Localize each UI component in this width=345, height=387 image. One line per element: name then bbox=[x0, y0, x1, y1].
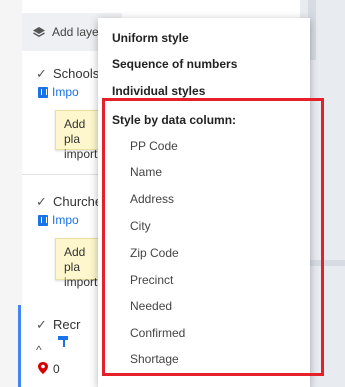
layer-schools[interactable]: ✓ Schools bbox=[36, 66, 99, 81]
layer-name: Churche bbox=[53, 194, 103, 209]
layer-churches[interactable]: ✓ Churche bbox=[36, 194, 102, 209]
import-link[interactable]: Impo bbox=[38, 213, 79, 227]
column-option[interactable]: Zip Code bbox=[130, 246, 179, 260]
layer-name: Recr bbox=[53, 317, 81, 332]
column-option[interactable]: Name bbox=[130, 165, 162, 179]
import-icon bbox=[38, 214, 48, 226]
paint-roller-icon[interactable] bbox=[57, 335, 71, 349]
column-option[interactable]: Address bbox=[130, 192, 174, 206]
column-option[interactable]: City bbox=[130, 219, 151, 233]
import-icon bbox=[38, 86, 48, 98]
column-option[interactable]: Confirmed bbox=[130, 326, 185, 340]
import-label: Impo bbox=[52, 85, 79, 99]
menu-item-uniform-style[interactable]: Uniform style bbox=[112, 31, 189, 45]
divider bbox=[22, 174, 100, 175]
layer-name: Schools bbox=[53, 66, 100, 81]
tip-line: Add pla bbox=[64, 117, 86, 146]
tip-line: importi bbox=[64, 275, 101, 289]
import-link[interactable]: Impo bbox=[38, 85, 79, 99]
tip-line: importi bbox=[64, 147, 101, 161]
column-option[interactable]: Shortage bbox=[130, 352, 179, 366]
column-option[interactable]: PP Code bbox=[130, 139, 178, 153]
menu-item-sequence-of-numbers[interactable]: Sequence of numbers bbox=[112, 57, 237, 71]
layer-recreation[interactable]: ✓ Recr ^ 0 bbox=[18, 305, 103, 387]
collapse-chevron-icon[interactable]: ^ bbox=[36, 343, 42, 357]
import-label: Impo bbox=[52, 213, 79, 227]
menu-item-individual-styles[interactable]: Individual styles bbox=[112, 84, 205, 98]
layer-name-row: ✓ Recr bbox=[36, 317, 80, 332]
layers-icon bbox=[33, 27, 45, 38]
marker-label: 0 bbox=[53, 362, 60, 376]
add-layer-label: Add laye bbox=[52, 25, 99, 39]
checkbox-checked-icon[interactable]: ✓ bbox=[36, 67, 48, 80]
column-style-header: Style by data column: bbox=[112, 113, 237, 127]
column-option[interactable]: Needed bbox=[130, 299, 172, 313]
map-pin-icon bbox=[38, 362, 48, 374]
checkbox-checked-icon[interactable]: ✓ bbox=[36, 318, 48, 331]
style-menu: Uniform style Sequence of numbers Indivi… bbox=[98, 18, 310, 387]
checkbox-checked-icon[interactable]: ✓ bbox=[36, 195, 48, 208]
column-option[interactable]: Precinct bbox=[130, 273, 173, 287]
tip-line: Add pla bbox=[64, 245, 86, 274]
